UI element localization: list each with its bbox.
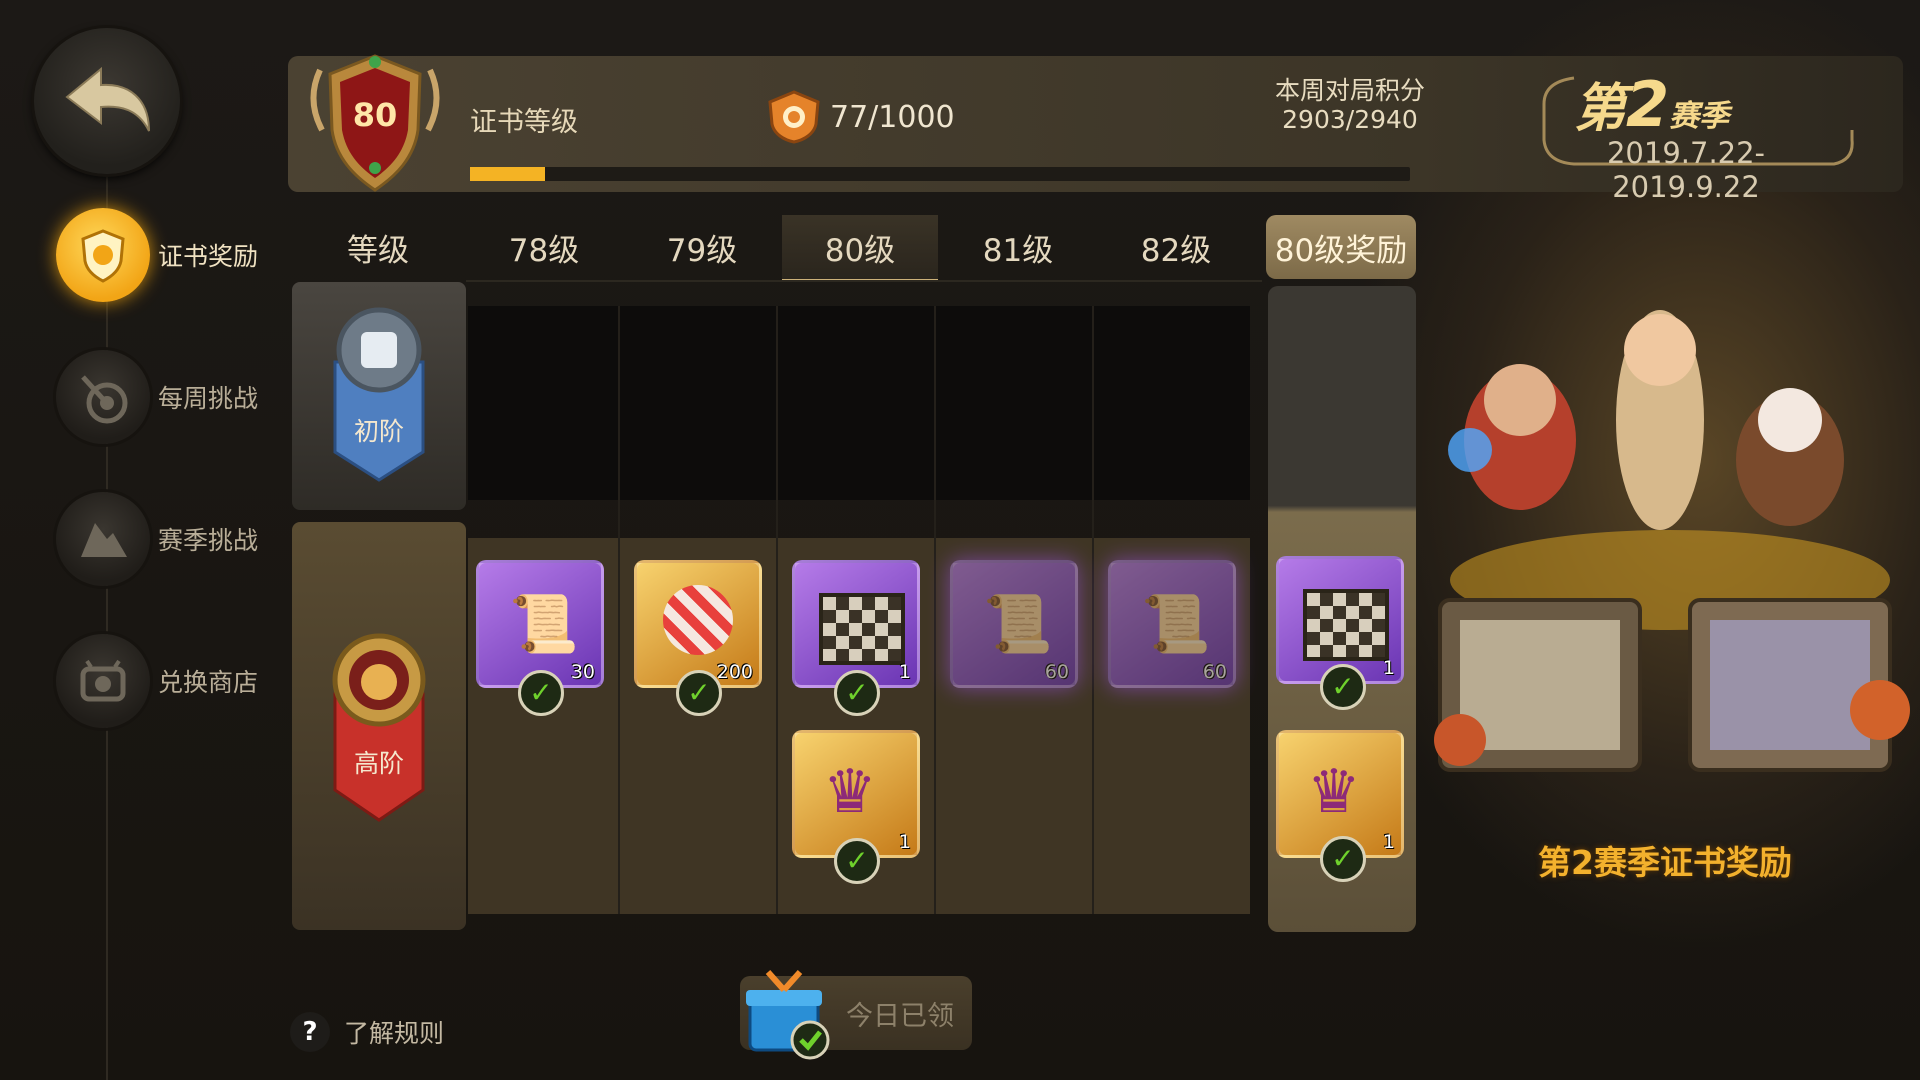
rules-label: 了解规则 [344, 1019, 445, 1048]
cert-coin-icon [768, 90, 820, 144]
certificate-icon [56, 208, 150, 302]
weekly-score-label: 本周对局积分 [1274, 76, 1425, 105]
reward-item-79[interactable]: 200 [634, 560, 762, 688]
season-number: 2 [1626, 68, 1670, 141]
tab-level-79[interactable]: 79级 [624, 215, 780, 279]
crown-icon: ♛ [1307, 757, 1361, 827]
item-count: 200 [716, 661, 753, 683]
sidebar-item-label: 兑换商店 [158, 668, 259, 697]
level-number: 80 [352, 96, 398, 134]
weekly-score-value: 2903/2940 [1282, 105, 1418, 134]
season-suffix: 赛季 [1669, 99, 1730, 134]
gift-box-icon [746, 970, 830, 1060]
season-reward-title: 第2赛季证书奖励 [1538, 843, 1792, 882]
item-count: 1 [898, 661, 911, 683]
column-divider [1092, 306, 1094, 914]
tab-level-82[interactable]: 82级 [1098, 215, 1254, 279]
claimed-check-icon: ✓ [1320, 664, 1366, 710]
chessboard-icon [819, 593, 905, 665]
chessboard-icon [1303, 589, 1389, 661]
help-icon: ? [290, 1012, 330, 1052]
season-reward-illustration [1434, 530, 1910, 772]
season-prefix: 第 [1574, 79, 1627, 139]
hero-characters-illustration [1448, 310, 1844, 530]
reward-item-81[interactable]: 📜 60 [950, 560, 1078, 688]
sidebar-item-label: 证书奖励 [158, 242, 259, 271]
candy-icon [663, 585, 733, 655]
row-advanced: 高阶 [292, 522, 466, 930]
sidebar-item-shop[interactable]: 兑换商店 [56, 634, 258, 728]
basic-rank-label: 初阶 [353, 417, 404, 446]
target-icon [56, 350, 150, 444]
item-count: 1 [1382, 657, 1395, 679]
season-dates: 2019.7.22-2019.9.22 [1606, 136, 1766, 204]
scroll-icon: 📜 [983, 592, 1053, 657]
tab-divider [466, 280, 1262, 282]
tab-level-78[interactable]: 78级 [466, 215, 622, 279]
item-count: 60 [1202, 661, 1227, 683]
sidebar-item-cert-reward[interactable]: 证书奖励 [56, 208, 258, 302]
column-divider [934, 306, 936, 914]
tab-level-reward[interactable]: 80级奖励 [1266, 215, 1416, 279]
rules-link[interactable]: ? 了解规则 [290, 1012, 444, 1052]
cert-level-label: 证书等级 [470, 107, 578, 138]
claimed-check-icon: ✓ [834, 838, 880, 884]
sidebar-item-label: 每周挑战 [158, 384, 259, 413]
sidebar-item-weekly-challenge[interactable]: 每周挑战 [56, 350, 258, 444]
tab-level-80[interactable]: 80级 [782, 215, 938, 282]
daily-claim-label: 今日已领 [846, 1001, 954, 1032]
sidebar-item-label: 赛季挑战 [158, 526, 259, 555]
item-count: 60 [1044, 661, 1069, 683]
claimed-check-icon: ✓ [518, 670, 564, 716]
reward-item-82[interactable]: 📜 60 [1108, 560, 1236, 688]
advanced-rank-label: 高阶 [353, 749, 404, 778]
tab-level-header: 等级 [347, 232, 409, 269]
tab-level-81[interactable]: 81级 [940, 215, 1096, 279]
shop-icon [56, 634, 150, 728]
basic-reward-grid [468, 306, 1250, 500]
sidebar-item-season-challenge[interactable]: 赛季挑战 [56, 492, 258, 586]
item-count: 1 [898, 831, 911, 853]
back-button[interactable] [34, 28, 180, 174]
coin-counter: 77/1000 [830, 100, 955, 135]
claimed-check-icon: ✓ [676, 670, 722, 716]
season-title: 第2赛季 [1574, 66, 1729, 141]
column-divider [776, 306, 778, 914]
advanced-rank-badge-icon [332, 633, 426, 822]
claimed-check-icon: ✓ [834, 670, 880, 716]
basic-rank-badge-icon [333, 307, 425, 482]
xp-progress-fill [470, 167, 546, 181]
claimed-check-icon: ✓ [1320, 836, 1366, 882]
crown-icon: ♛ [823, 757, 877, 827]
mountain-icon [56, 492, 150, 586]
item-count: 30 [570, 661, 595, 683]
reward-item-78[interactable]: 📜 30 [476, 560, 604, 688]
scroll-icon: 📜 [509, 592, 579, 657]
xp-progress-bar [470, 167, 1410, 181]
column-divider [618, 306, 620, 914]
back-arrow-icon [65, 66, 150, 132]
scroll-icon: 📜 [1141, 592, 1211, 657]
weekly-score: 本周对局积分 2903/2940 [1260, 76, 1440, 134]
reward-item-80-board[interactable]: 1 [792, 560, 920, 688]
item-count: 1 [1382, 831, 1395, 853]
row-basic: 初阶 [292, 282, 466, 510]
